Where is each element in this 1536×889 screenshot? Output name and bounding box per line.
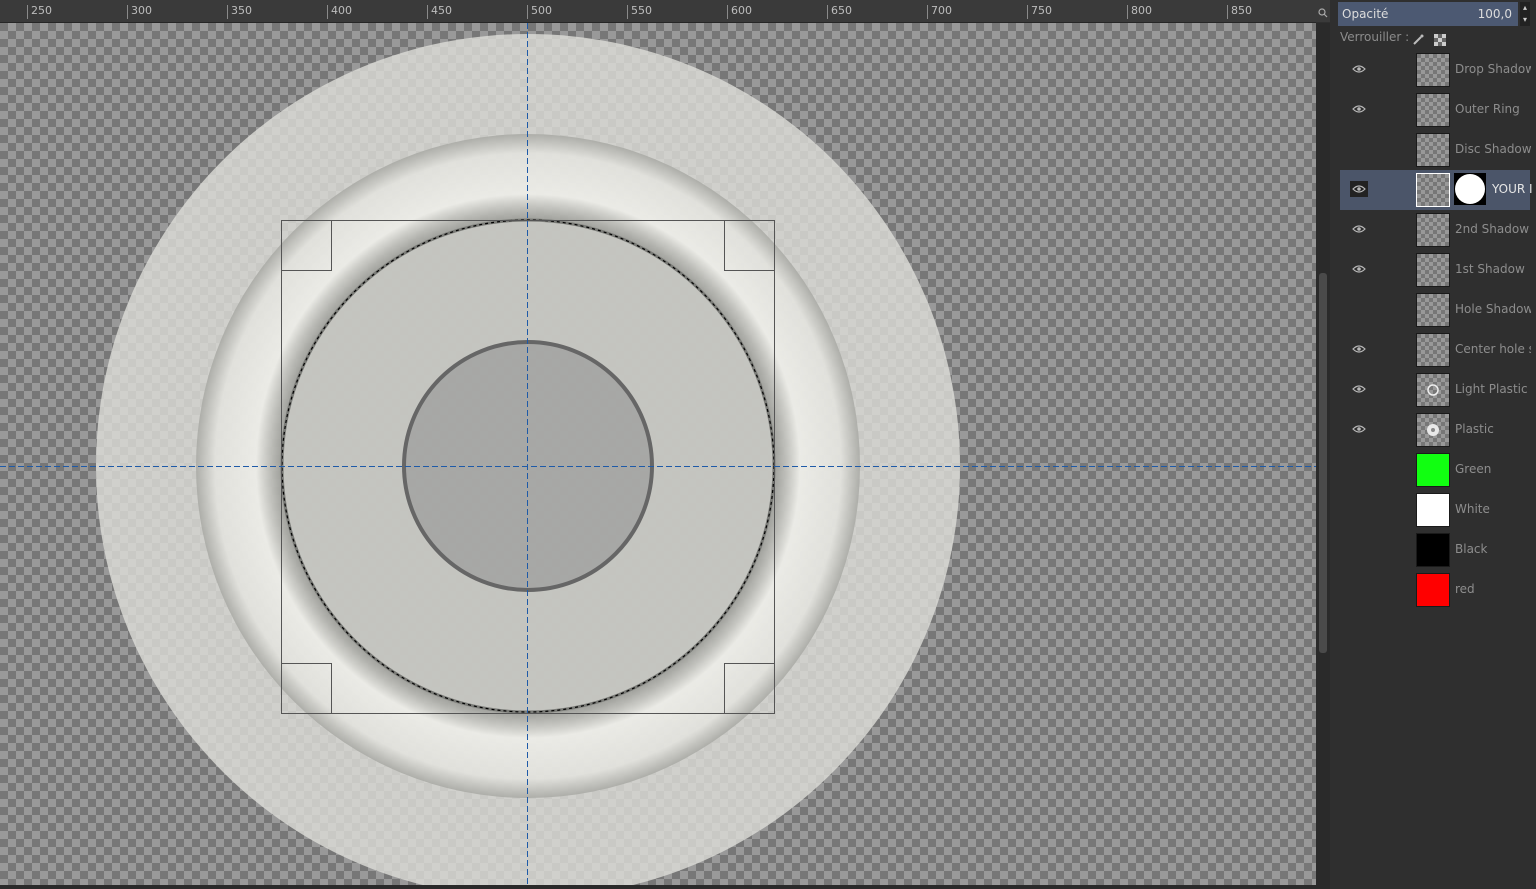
visibility-eye-icon[interactable] xyxy=(1352,464,1366,474)
layer-thumbnail[interactable] xyxy=(1416,413,1450,447)
layer-thumbnail[interactable] xyxy=(1416,253,1450,287)
layer-name: Light Plastic xyxy=(1455,382,1528,396)
layers-panel: Opacité 100,0 ▴ ▾ Verrouiller : Drop Shad… xyxy=(1332,0,1536,889)
horizontal-scrollbar[interactable] xyxy=(0,885,1316,889)
layer-row[interactable]: Hole Shadow xyxy=(1340,290,1531,330)
visibility-eye-icon[interactable] xyxy=(1352,424,1366,434)
layer-row[interactable]: White xyxy=(1340,490,1530,530)
visibility-eye-icon[interactable] xyxy=(1352,504,1366,514)
layer-name: Outer Ring xyxy=(1455,102,1520,116)
layer-name: Green xyxy=(1455,462,1492,476)
visibility-eye-icon[interactable] xyxy=(1352,544,1366,554)
layer-name: Disc Shadow xyxy=(1455,142,1531,156)
ruler-tick-label: 650 xyxy=(827,5,852,19)
layer-row[interactable]: Center hole s xyxy=(1340,330,1531,370)
opacity-label: Opacité xyxy=(1342,7,1389,21)
opacity-value: 100,0 xyxy=(1477,7,1512,21)
layer-row[interactable]: Outer Ring xyxy=(1340,90,1530,130)
image-canvas[interactable] xyxy=(0,23,1316,885)
layer-row[interactable]: Disc Shadow xyxy=(1340,130,1531,170)
layer-name: Plastic xyxy=(1455,422,1494,436)
visibility-eye-icon[interactable] xyxy=(1352,344,1366,354)
ruler-tick-label: 300 xyxy=(127,5,152,19)
layer-name: Center hole s xyxy=(1455,342,1531,356)
paintbrush-icon[interactable] xyxy=(1412,31,1424,45)
layer-thumbnail[interactable] xyxy=(1416,53,1450,87)
layer-row[interactable]: Green xyxy=(1340,450,1530,490)
layer-name: Drop Shadow xyxy=(1455,62,1531,76)
layer-thumbnail[interactable] xyxy=(1416,533,1450,567)
layer-name: Black xyxy=(1455,542,1488,556)
layer-thumbnail[interactable] xyxy=(1416,493,1450,527)
layer-name: 2nd Shadow xyxy=(1455,222,1530,236)
alpha-lock-icon[interactable] xyxy=(1434,31,1446,46)
layer-name: 1st Shadow xyxy=(1455,262,1525,276)
layer-row[interactable]: red xyxy=(1340,570,1530,610)
layer-row[interactable]: 1st Shadow xyxy=(1340,250,1530,290)
ruler-tick-label: 350 xyxy=(227,5,252,19)
navigate-icon[interactable] xyxy=(1316,0,1330,22)
vertical-scrollbar[interactable] xyxy=(1316,23,1330,889)
layer-row[interactable]: Drop Shadow xyxy=(1340,50,1531,90)
visibility-eye-icon[interactable] xyxy=(1352,104,1366,114)
visibility-eye-icon[interactable] xyxy=(1352,304,1366,314)
layer-row[interactable]: YOUR I xyxy=(1340,170,1532,210)
ruler-tick-label: 850 xyxy=(1227,5,1252,19)
layer-row[interactable]: 2nd Shadow xyxy=(1340,210,1530,250)
ruler-tick-label: 400 xyxy=(327,5,352,19)
layer-thumbnail[interactable] xyxy=(1416,213,1450,247)
layer-row[interactable]: Light Plastic xyxy=(1340,370,1530,410)
layer-row[interactable]: Plastic xyxy=(1340,410,1530,450)
disc-artwork xyxy=(0,23,1316,885)
layer-name: YOUR I xyxy=(1492,182,1532,196)
layer-thumbnail[interactable] xyxy=(1416,373,1450,407)
scrollbar-thumb[interactable] xyxy=(1319,273,1327,653)
ruler-tick-label: 750 xyxy=(1027,5,1052,19)
visibility-eye-icon[interactable] xyxy=(1350,181,1368,197)
layer-mask-thumbnail[interactable] xyxy=(1454,173,1486,205)
visibility-eye-icon[interactable] xyxy=(1352,264,1366,274)
layer-name: red xyxy=(1455,582,1475,596)
ruler-tick-label: 600 xyxy=(727,5,752,19)
opacity-spinner[interactable]: ▴ ▾ xyxy=(1520,2,1530,26)
layer-name: Hole Shadow xyxy=(1455,302,1531,316)
lock-label: Verrouiller : xyxy=(1340,30,1410,44)
layer-list: Drop Shadow Outer Ring Disc Shadow YOUR I 2n… xyxy=(1340,50,1532,610)
ruler-tick-label: 450 xyxy=(427,5,452,19)
opacity-slider[interactable]: Opacité 100,0 xyxy=(1338,2,1518,26)
ruler-tick-label: 700 xyxy=(927,5,952,19)
layer-thumbnail[interactable] xyxy=(1416,133,1450,167)
ruler-tick-label: 550 xyxy=(627,5,652,19)
layer-thumbnail[interactable] xyxy=(1416,93,1450,127)
ruler-tick-label: 500 xyxy=(527,5,552,19)
visibility-eye-icon[interactable] xyxy=(1352,224,1366,234)
layer-name: White xyxy=(1455,502,1490,516)
visibility-eye-icon[interactable] xyxy=(1352,384,1366,394)
layer-thumbnail[interactable] xyxy=(1416,333,1450,367)
layer-thumbnail[interactable] xyxy=(1416,293,1450,327)
horizontal-ruler[interactable]: 250 300 350 400 450 500 550 600 650 700 750 800 850 xyxy=(0,0,1316,23)
ruler-tick-label: 250 xyxy=(27,5,52,19)
layer-thumbnail[interactable] xyxy=(1416,173,1450,207)
layer-thumbnail[interactable] xyxy=(1416,453,1450,487)
ruler-tick-label: 800 xyxy=(1127,5,1152,19)
layer-thumbnail[interactable] xyxy=(1416,573,1450,607)
visibility-eye-icon[interactable] xyxy=(1352,144,1366,154)
visibility-eye-icon[interactable] xyxy=(1352,584,1366,594)
visibility-eye-icon[interactable] xyxy=(1352,64,1366,74)
layer-row[interactable]: Black xyxy=(1340,530,1530,570)
